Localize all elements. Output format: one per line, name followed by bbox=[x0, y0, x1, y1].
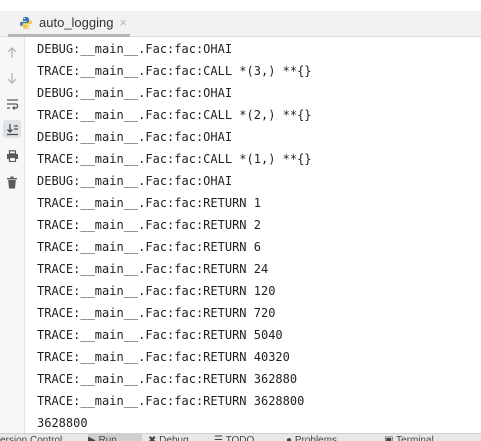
window-top-strip bbox=[0, 0, 481, 11]
console-toolbar bbox=[0, 37, 25, 433]
console-line: TRACE:__main__.Fac:fac:RETURN 5040 bbox=[37, 328, 283, 342]
console-line: TRACE:__main__.Fac:fac:CALL *(2,) **{} bbox=[37, 108, 312, 122]
soft-wrap-icon[interactable] bbox=[3, 95, 21, 113]
console-line: TRACE:__main__.Fac:fac:RETURN 40320 bbox=[37, 350, 290, 364]
console-line: TRACE:__main__.Fac:fac:RETURN 2 bbox=[37, 218, 261, 232]
console-line: TRACE:__main__.Fac:fac:RETURN 3628800 bbox=[37, 394, 305, 408]
close-icon[interactable]: × bbox=[119, 15, 127, 30]
console-line: TRACE:__main__.Fac:fac:RETURN 24 bbox=[37, 262, 269, 276]
tab-auto-logging[interactable]: auto_logging × bbox=[8, 11, 130, 37]
bottom-tab[interactable]: ● Problems bbox=[286, 434, 378, 441]
console-line: TRACE:__main__.Fac:fac:CALL *(1,) **{} bbox=[37, 152, 312, 166]
bottom-tab[interactable]: ▣ Terminal bbox=[384, 434, 481, 441]
tool-window-bar: ersion Control ▶ Run ✖ Debug ☰ TODO ● Proble… bbox=[0, 433, 481, 441]
console-output[interactable]: DEBUG:__main__.Fac:fac:OHAI TRACE:__main_… bbox=[37, 38, 477, 433]
console-line: TRACE:__main__.Fac:fac:RETURN 1 bbox=[37, 196, 261, 210]
console-line: DEBUG:__main__.Fac:fac:OHAI bbox=[37, 42, 233, 56]
console-line: TRACE:__main__.Fac:fac:RETURN 362880 bbox=[37, 372, 298, 386]
console-line: DEBUG:__main__.Fac:fac:OHAI bbox=[37, 86, 233, 100]
console-line: DEBUG:__main__.Fac:fac:OHAI bbox=[37, 130, 233, 144]
console-line: TRACE:__main__.Fac:fac:CALL *(3,) **{} bbox=[37, 64, 312, 78]
scroll-up-icon[interactable] bbox=[3, 44, 21, 62]
console-line: DEBUG:__main__.Fac:fac:OHAI bbox=[37, 174, 233, 188]
tab-title: auto_logging bbox=[39, 15, 114, 30]
bottom-tab[interactable]: ✖ Debug bbox=[148, 434, 208, 441]
bottom-tab[interactable]: ersion Control bbox=[0, 434, 86, 441]
bottom-tab[interactable]: ▶ Run bbox=[88, 434, 142, 441]
scroll-to-end-icon[interactable] bbox=[3, 120, 21, 138]
bottom-tab[interactable]: ☰ TODO bbox=[214, 434, 280, 441]
console-line: TRACE:__main__.Fac:fac:RETURN 120 bbox=[37, 284, 276, 298]
scroll-down-icon[interactable] bbox=[3, 69, 21, 87]
console-line: 3628800 bbox=[37, 416, 88, 430]
print-icon[interactable] bbox=[3, 147, 21, 165]
console-line: TRACE:__main__.Fac:fac:RETURN 6 bbox=[37, 240, 261, 254]
console-line: TRACE:__main__.Fac:fac:RETURN 720 bbox=[37, 306, 276, 320]
trash-icon[interactable] bbox=[3, 173, 21, 191]
run-tab-bar: auto_logging × bbox=[0, 11, 481, 37]
python-icon bbox=[20, 16, 32, 29]
